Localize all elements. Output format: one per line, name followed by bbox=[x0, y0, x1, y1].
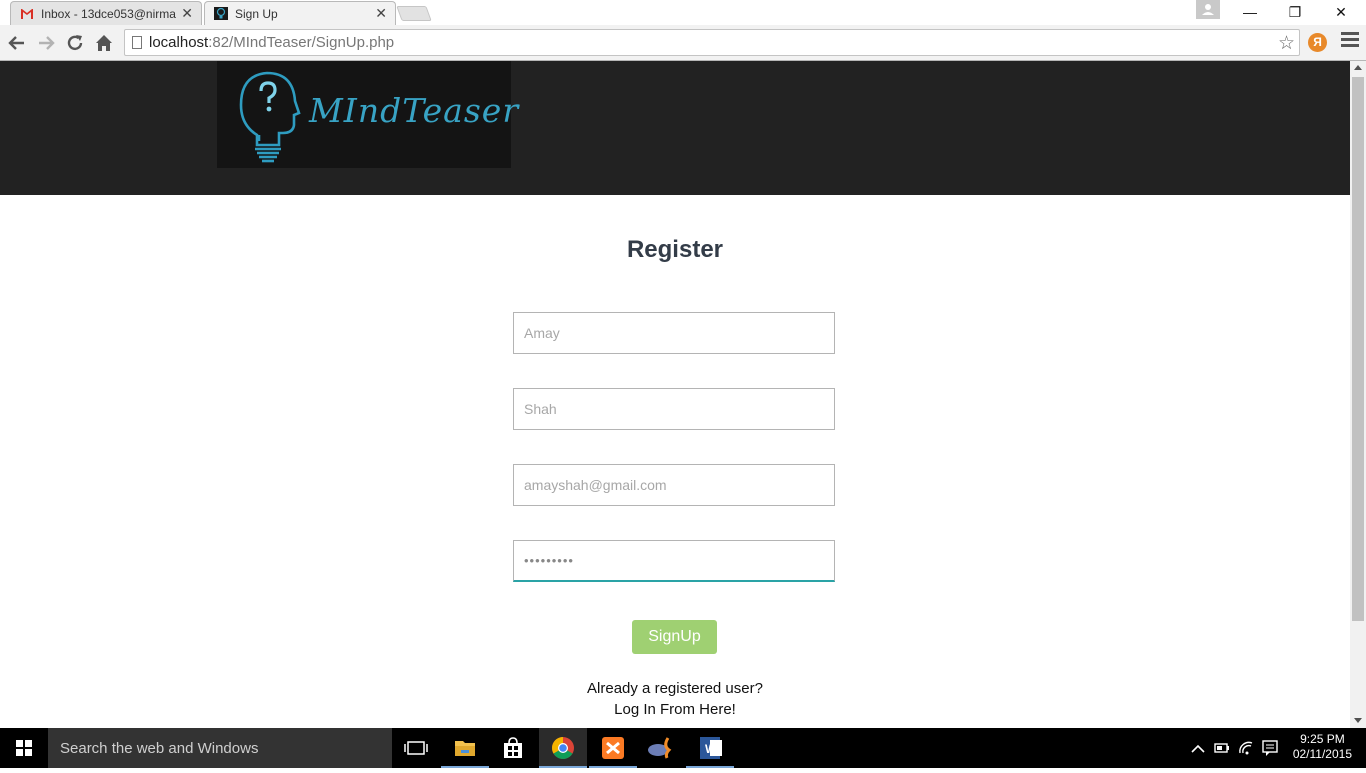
url-path: :82/MIndTeaser/SignUp.php bbox=[208, 34, 395, 51]
login-prompt-text: Already a registered user? bbox=[587, 680, 763, 697]
page-title: Register bbox=[626, 236, 724, 263]
scroll-up-arrow-icon[interactable] bbox=[1354, 65, 1362, 70]
xampp-icon bbox=[602, 737, 624, 759]
page-icon bbox=[132, 36, 142, 49]
login-prompt: Already a registered user? Log In From H… bbox=[0, 678, 1350, 720]
taskbar-clock[interactable]: 9:25 PM 02/11/2015 bbox=[1293, 732, 1352, 762]
vertical-scrollbar[interactable] bbox=[1350, 61, 1366, 728]
xampp-button[interactable] bbox=[589, 728, 637, 768]
clock-date: 02/11/2015 bbox=[1292, 747, 1352, 761]
address-bar[interactable]: localhost:82/MIndTeaser/SignUp.php ☆ bbox=[124, 29, 1300, 56]
back-button[interactable] bbox=[5, 31, 29, 55]
new-tab-button[interactable] bbox=[396, 6, 432, 21]
site-logo[interactable]: MIndTeaser bbox=[217, 61, 518, 168]
minimize-button[interactable]: — bbox=[1227, 0, 1273, 25]
forward-button[interactable] bbox=[34, 31, 58, 55]
password-input[interactable] bbox=[513, 540, 835, 582]
start-button[interactable] bbox=[0, 728, 48, 768]
close-tab-icon[interactable]: ✕ bbox=[181, 5, 193, 21]
reload-button[interactable] bbox=[63, 31, 87, 55]
tab-inbox[interactable]: Inbox - 13dce053@nirma ✕ bbox=[10, 1, 202, 25]
task-view-button[interactable] bbox=[392, 728, 440, 768]
bookmark-star-icon[interactable]: ☆ bbox=[1278, 32, 1295, 55]
site-favicon bbox=[214, 7, 228, 20]
windows-logo-icon bbox=[16, 740, 32, 756]
reload-icon bbox=[67, 35, 83, 51]
action-center-icon bbox=[1262, 740, 1278, 756]
php-icon bbox=[648, 737, 672, 759]
clock-time: 9:25 PM bbox=[1300, 732, 1345, 746]
url-text[interactable]: localhost:82/MIndTeaser/SignUp.php bbox=[149, 34, 394, 51]
back-arrow-icon bbox=[8, 36, 24, 50]
person-icon bbox=[1202, 4, 1214, 15]
chrome-icon bbox=[552, 737, 574, 759]
task-view-icon bbox=[404, 741, 428, 755]
site-header: MIndTeaser bbox=[0, 61, 1350, 195]
tray-icons bbox=[1191, 740, 1278, 756]
store-icon bbox=[504, 737, 522, 758]
tab-title: Sign Up bbox=[235, 7, 278, 21]
logo-text: MIndTeaser bbox=[309, 91, 520, 130]
battery-icon bbox=[1214, 743, 1229, 753]
word-icon: W bbox=[700, 737, 722, 759]
taskbar-search-box[interactable]: Search the web and Windows bbox=[48, 728, 392, 768]
gmail-icon bbox=[21, 9, 33, 19]
chrome-button[interactable] bbox=[539, 728, 587, 768]
php-button[interactable] bbox=[637, 728, 685, 768]
file-explorer-button[interactable] bbox=[441, 728, 489, 768]
profile-button[interactable] bbox=[1196, 0, 1220, 19]
browser-toolbar: localhost:82/MIndTeaser/SignUp.php ☆ Я bbox=[0, 25, 1366, 61]
signup-button[interactable]: SignUp bbox=[632, 620, 717, 654]
restore-button[interactable]: ❐ bbox=[1272, 0, 1318, 25]
show-hidden-icons-icon bbox=[1191, 744, 1205, 753]
windows-taskbar: Search the web and Windows W 9:25 PM 02/… bbox=[0, 728, 1366, 768]
tab-strip: Inbox - 13dce053@nirma ✕ Sign Up ✕ — ❐ ✕ bbox=[0, 0, 1366, 25]
close-tab-icon[interactable]: ✕ bbox=[375, 5, 387, 21]
url-host: localhost bbox=[149, 34, 209, 51]
tab-title: Inbox - 13dce053@nirma bbox=[41, 7, 176, 21]
file-explorer-icon bbox=[455, 741, 475, 756]
lightbulb-head-icon bbox=[239, 71, 301, 163]
svg-text:W: W bbox=[705, 742, 717, 756]
tab-sign-up[interactable]: Sign Up ✕ bbox=[204, 1, 396, 25]
word-button[interactable]: W bbox=[686, 728, 734, 768]
chrome-menu-icon[interactable] bbox=[1341, 32, 1359, 50]
taskbar-search-placeholder: Search the web and Windows bbox=[60, 740, 259, 757]
forward-arrow-icon bbox=[39, 36, 55, 50]
last-name-input[interactable] bbox=[513, 388, 835, 430]
home-button[interactable] bbox=[92, 31, 116, 55]
system-tray: 9:25 PM 02/11/2015 bbox=[1188, 728, 1366, 768]
login-link[interactable]: Log In From Here! bbox=[614, 701, 736, 718]
scroll-down-arrow-icon[interactable] bbox=[1354, 718, 1362, 723]
page-viewport: MIndTeaser Register SignUp Already a reg… bbox=[0, 61, 1350, 728]
wifi-icon bbox=[1239, 741, 1253, 755]
email-input[interactable] bbox=[513, 464, 835, 506]
first-name-input[interactable] bbox=[513, 312, 835, 354]
extension-icon[interactable]: Я bbox=[1308, 33, 1327, 52]
home-icon bbox=[96, 35, 112, 51]
close-window-button[interactable]: ✕ bbox=[1318, 0, 1364, 25]
scrollbar-thumb[interactable] bbox=[1352, 77, 1364, 621]
store-button[interactable] bbox=[489, 728, 537, 768]
